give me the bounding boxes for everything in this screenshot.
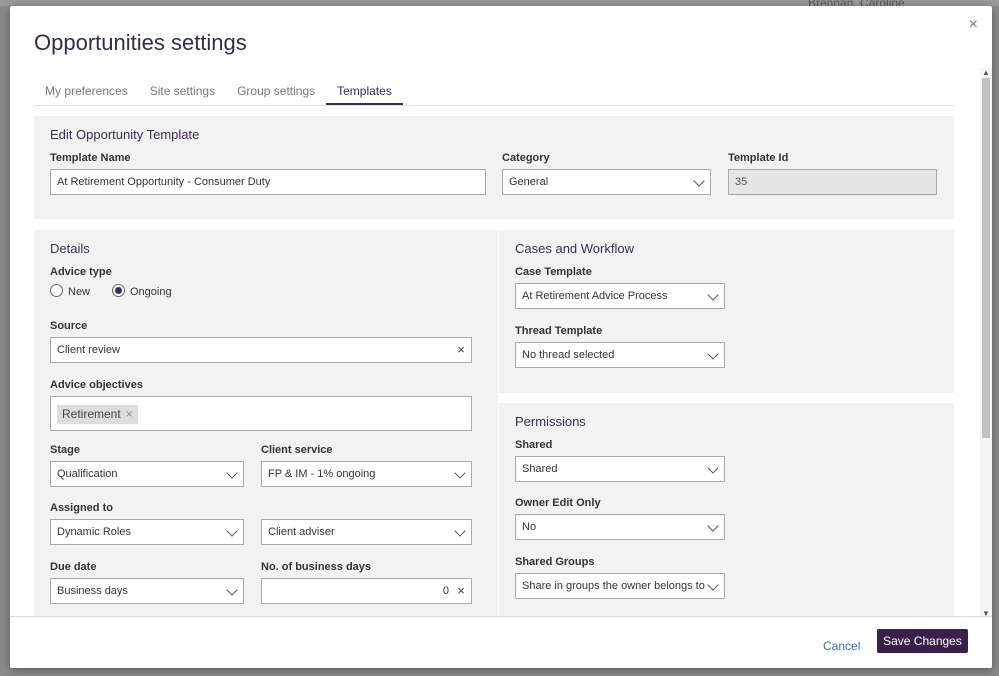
close-icon[interactable]: × <box>969 16 978 34</box>
chevron-down-icon <box>707 579 719 591</box>
category-label: Category <box>502 152 550 164</box>
save-changes-button[interactable]: Save Changes <box>877 629 968 653</box>
shared-groups-value: Share in groups the owner belongs to <box>522 580 705 592</box>
due-date-select[interactable]: Business days <box>50 578 244 604</box>
objective-tag: Retirement × <box>57 405 138 424</box>
advice-objectives-label: Advice objectives <box>50 379 143 391</box>
category-select[interactable]: General <box>502 169 711 195</box>
advice-new-label: New <box>68 286 91 298</box>
template-name-value: At Retirement Opportunity - Consumer Dut… <box>57 176 271 188</box>
chevron-down-icon <box>707 520 719 532</box>
modal-title: Opportunities settings <box>34 30 247 55</box>
template-id-field: 35 <box>728 169 937 195</box>
edit-template-heading: Edit Opportunity Template <box>50 127 200 142</box>
thread-template-select[interactable]: No thread selected <box>515 342 725 368</box>
shared-groups-select[interactable]: Share in groups the owner belongs to <box>515 573 725 599</box>
shared-label: Shared <box>515 439 553 451</box>
assigned-to-value: Dynamic Roles <box>57 526 131 538</box>
client-service-select[interactable]: FP & IM - 1% ongoing <box>261 461 472 487</box>
assigned-to-label: Assigned to <box>50 502 113 514</box>
business-days-input[interactable]: 0 × <box>261 578 472 604</box>
assigned-role-select[interactable]: Client adviser <box>261 519 472 545</box>
case-template-select[interactable]: At Retirement Advice Process <box>515 283 725 309</box>
tab-my-preferences[interactable]: My preferences <box>34 83 139 105</box>
modal-footer: Cancel Save Changes <box>10 616 992 668</box>
chevron-down-icon <box>454 467 466 479</box>
business-days-value: 0 <box>442 585 449 597</box>
owner-edit-label: Owner Edit Only <box>515 497 601 509</box>
chevron-down-icon <box>454 525 466 537</box>
advice-ongoing-label: Ongoing <box>130 286 172 298</box>
shared-groups-label: Shared Groups <box>515 556 595 568</box>
stage-label: Stage <box>50 444 80 456</box>
edit-template-panel: Edit Opportunity Template Template Name … <box>34 116 954 219</box>
scrollbar[interactable]: ▲ ▼ <box>980 68 992 618</box>
details-heading: Details <box>50 241 90 256</box>
owner-edit-value: No <box>522 521 537 533</box>
client-service-label: Client service <box>261 444 333 456</box>
clear-icon[interactable]: × <box>457 579 465 603</box>
workflow-heading: Cases and Workflow <box>515 241 634 256</box>
assigned-role-value: Client adviser <box>268 526 335 538</box>
due-date-value: Business days <box>57 585 128 597</box>
permissions-panel: Permissions Shared Shared Owner Edit Onl… <box>499 403 954 616</box>
advice-type-label: Advice type <box>50 266 112 278</box>
shared-value: Shared <box>522 463 558 475</box>
template-id-value: 35 <box>735 176 748 188</box>
template-id-label: Template Id <box>728 152 789 164</box>
objective-tag-label: Retirement <box>62 407 121 421</box>
chevron-down-icon <box>707 462 719 474</box>
business-days-label: No. of business days <box>261 561 372 573</box>
remove-tag-icon[interactable]: × <box>126 407 133 421</box>
template-name-label: Template Name <box>50 152 131 164</box>
cancel-button[interactable]: Cancel <box>823 639 860 653</box>
source-label: Source <box>50 320 88 332</box>
chevron-down-icon <box>226 584 238 596</box>
client-service-value: FP & IM - 1% ongoing <box>268 468 376 480</box>
source-value: Client review <box>57 344 120 356</box>
tab-site-settings[interactable]: Site settings <box>139 83 226 105</box>
source-input[interactable]: Client review × <box>50 337 472 363</box>
radio-checked-icon <box>112 284 125 297</box>
chevron-down-icon <box>226 525 238 537</box>
shared-select[interactable]: Shared <box>515 456 725 482</box>
advice-type-ongoing-radio[interactable]: Ongoing <box>112 284 172 298</box>
tab-templates[interactable]: Templates <box>326 83 403 105</box>
chevron-down-icon <box>707 289 719 301</box>
scroll-up-icon[interactable]: ▲ <box>982 68 990 77</box>
stage-value: Qualification <box>57 468 118 480</box>
thread-template-label: Thread Template <box>515 325 603 337</box>
workflow-panel: Cases and Workflow Case Template At Reti… <box>499 230 954 393</box>
thread-template-value: No thread selected <box>522 349 615 361</box>
settings-content: Edit Opportunity Template Template Name … <box>10 106 980 616</box>
details-panel: Details Advice type New Ongoing Source C… <box>34 230 498 616</box>
template-name-input[interactable]: At Retirement Opportunity - Consumer Dut… <box>50 169 486 195</box>
scrollbar-thumb[interactable] <box>982 78 990 438</box>
permissions-heading: Permissions <box>515 414 586 429</box>
clear-icon[interactable]: × <box>457 338 465 362</box>
advice-type-new-radio[interactable]: New <box>50 284 90 298</box>
assigned-to-select[interactable]: Dynamic Roles <box>50 519 244 545</box>
owner-edit-select[interactable]: No <box>515 514 725 540</box>
due-date-label: Due date <box>50 561 97 573</box>
advice-objectives-input[interactable]: Retirement × <box>50 396 472 431</box>
case-template-label: Case Template <box>515 266 592 278</box>
case-template-value: At Retirement Advice Process <box>522 290 668 302</box>
settings-modal: × Opportunities settings My preferences … <box>10 6 992 668</box>
chevron-down-icon <box>693 175 705 187</box>
category-value: General <box>509 176 549 188</box>
settings-tabs: My preferences Site settings Group setti… <box>34 83 954 106</box>
chevron-down-icon <box>707 348 719 360</box>
stage-select[interactable]: Qualification <box>50 461 244 487</box>
radio-unchecked-icon <box>50 284 63 297</box>
chevron-down-icon <box>226 467 238 479</box>
tab-group-settings[interactable]: Group settings <box>226 83 326 105</box>
